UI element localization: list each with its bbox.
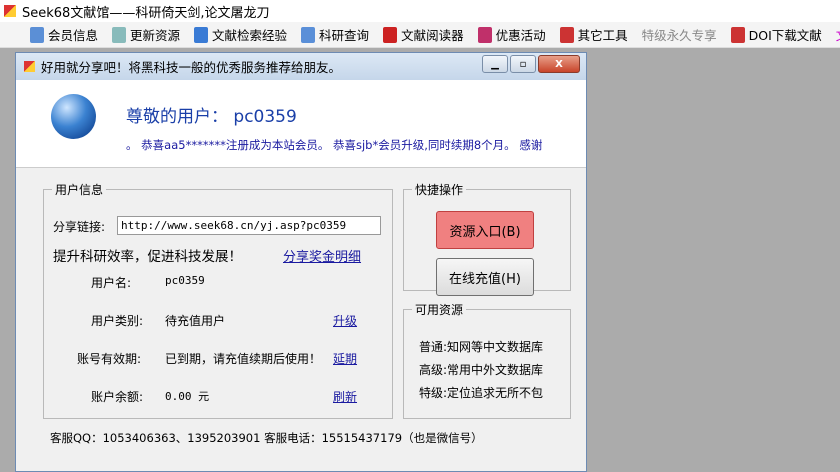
menu-item-label: 文献阅读器 [401, 28, 464, 43]
action-link-2[interactable]: 延期 [333, 350, 357, 367]
menu-item-label: 更新资源 [130, 28, 181, 43]
reader-icon [383, 26, 398, 43]
maximize-button[interactable]: ▫ [510, 55, 536, 73]
field-label: 账户余额: [91, 390, 144, 404]
app-icon [4, 5, 16, 17]
menu-item-label: DOI下载文献 [748, 28, 822, 43]
app-title-bar: Seek68文献馆——科研倚天剑,论文屠龙刀 [0, 0, 840, 22]
share-dialog: 好用就分享吧！将黑科技一般的优秀服务推荐给朋友。 ▁ ▫ X 尊敬的用户： pc… [15, 52, 587, 472]
field-value: 0.00 元 [165, 390, 210, 403]
slogan: 提升科研效率，促进科技发展！ [53, 249, 242, 265]
menu-item-9[interactable]: 文献 [836, 25, 840, 44]
menu-bar: 会员信息 更新资源 文献检索经验 科研查询 文献阅读器 优惠活动 其它工具 特级永久专享 DOI… [0, 22, 840, 48]
menu-item-label: 文献 [836, 25, 840, 44]
menu-item-7[interactable]: 特级永久专享 [642, 25, 717, 44]
menu-item-0[interactable]: 会员信息 [30, 25, 98, 44]
menu-item-8[interactable]: DOI下载文献 [730, 25, 822, 44]
bonus-details-link[interactable]: 分享奖金明细 [283, 246, 361, 265]
action-link-3[interactable]: 刷新 [333, 388, 357, 405]
book-icon [194, 26, 209, 43]
menu-item-4[interactable]: 文献阅读器 [383, 25, 464, 44]
menu-item-label: 优惠活动 [495, 28, 546, 43]
field-value: pc0359 [165, 274, 205, 287]
menu-item-label: 其它工具 [577, 28, 628, 43]
discount-icon [477, 26, 492, 43]
app-title: Seek68文献馆——科研倚天剑,论文屠龙刀 [22, 5, 270, 21]
menu-item-5[interactable]: 优惠活动 [477, 25, 546, 44]
share-link-input[interactable] [117, 216, 381, 235]
user-icon [30, 26, 44, 43]
resource-entry-button[interactable]: 资源入口(B) [436, 211, 534, 249]
available-resources-group: 可用资源 普通:知网等中文数据库 高级:常用中外文数据库 特级:定位追求无所不包 [403, 301, 571, 419]
field-value: 待充值用户 [165, 314, 226, 328]
quick-actions-legend: 快捷操作 [415, 183, 464, 197]
field-label: 用户类别: [91, 314, 144, 328]
close-button[interactable]: X [538, 55, 580, 73]
resource-item: 特级:定位追求无所不包 [419, 386, 544, 400]
action-link-1[interactable]: 升级 [333, 312, 357, 329]
google-icon [301, 26, 316, 43]
field-value: 已到期，请充值续期后使用！ [165, 352, 322, 366]
menu-item-3[interactable]: 科研查询 [301, 25, 369, 44]
menu-item-1[interactable]: 更新资源 [112, 25, 180, 44]
resources-legend: 可用资源 [415, 303, 464, 317]
resource-item: 普通:知网等中文数据库 [419, 340, 544, 354]
dialog-title: 好用就分享吧！将黑科技一般的优秀服务推荐给朋友。 [41, 60, 342, 75]
menu-item-label: 特级永久专享 [641, 28, 717, 43]
menu-item-6[interactable]: 其它工具 [559, 25, 628, 44]
quick-actions-group: 快捷操作 资源入口(B) 在线充值(H) [403, 181, 571, 296]
welcome-banner: 尊敬的用户： pc0359 。 恭喜aa5*******注册成为本站会员。 恭喜… [16, 80, 586, 168]
dialog-title-bar: 好用就分享吧！将黑科技一般的优秀服务推荐给朋友。 ▁ ▫ X [16, 53, 586, 80]
menu-item-label: 会员信息 [48, 28, 99, 43]
menu-item-label: 科研查询 [319, 28, 370, 43]
field-label: 账号有效期: [77, 352, 142, 366]
dialog-icon [24, 61, 35, 72]
menu-item-label: 文献检索经验 [212, 28, 288, 43]
menu-item-2[interactable]: 文献检索经验 [194, 25, 287, 44]
user-info-group: 用户信息 分享链接: 提升科研效率，促进科技发展！ 分享奖金明细 用户名: pc0… [43, 181, 393, 419]
doi-icon [730, 26, 745, 43]
field-label: 用户名: [91, 276, 132, 290]
globe-icon [51, 94, 96, 139]
greeting: 尊敬的用户： pc0359 [126, 107, 297, 127]
online-recharge-button[interactable]: 在线充值(H) [436, 258, 534, 296]
refresh-icon [112, 26, 127, 43]
share-label: 分享链接: [53, 220, 106, 234]
user-info-legend: 用户信息 [55, 183, 104, 197]
minimize-button[interactable]: ▁ [482, 55, 508, 73]
toolbox-icon [559, 26, 574, 43]
resource-item: 高级:常用中外文数据库 [419, 363, 544, 377]
support-contact: 客服QQ：1053406363、1395203901 客服电话：15515437… [50, 431, 483, 445]
news-ticker: 。 恭喜aa5*******注册成为本站会员。 恭喜sjb*会员升级,同时续期8… [126, 138, 543, 152]
